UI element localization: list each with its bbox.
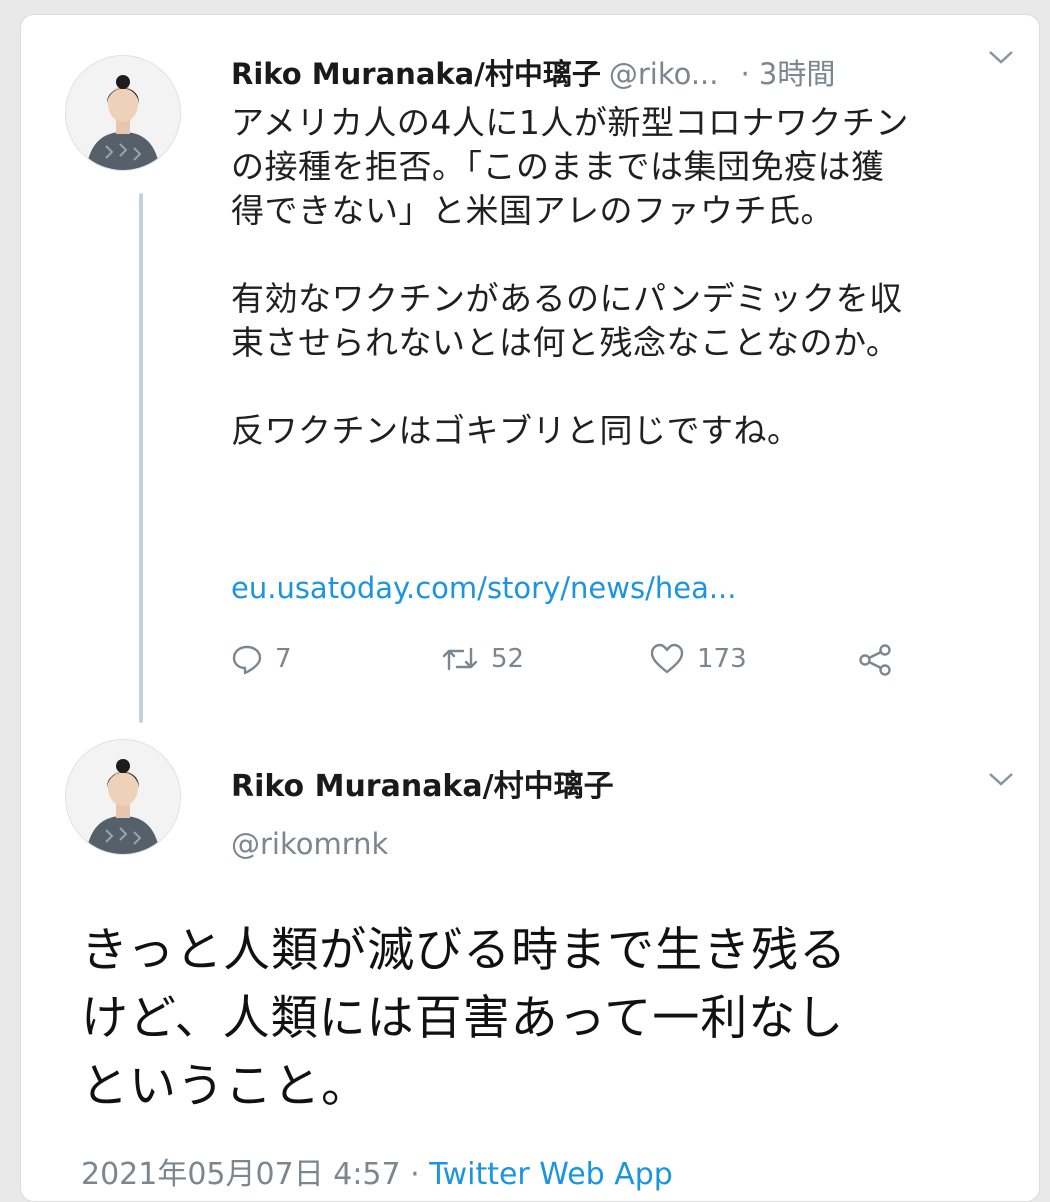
like-button[interactable]: 173 (649, 643, 747, 675)
retweet-icon (442, 647, 478, 671)
share-icon (859, 644, 891, 676)
tweet-timestamp[interactable]: 2021年05月07日 4:57 (81, 1157, 401, 1192)
heart-icon (650, 643, 684, 674)
user-handle[interactable]: @rikomrnk (231, 827, 388, 861)
tweet-meta: 2021年05月07日 4:57 · Twitter Web App (81, 1149, 673, 1193)
retweet-count: 52 (491, 644, 525, 674)
tweet-body: アメリカ人の4人に1人が新型コロナワクチン の接種を拒否。「このままでは集団免疫… (231, 101, 1031, 453)
display-name[interactable]: Riko Muranaka/村中璃子 (231, 57, 601, 91)
tweet-line: 束させられないとは何と残念なことなのか。 (231, 323, 900, 362)
tweet-line: きっと人類が滅びる時まで生き残る (81, 923, 848, 978)
tweet-body: きっと人類が滅びる時まで生き残る けど、人類には百害あって一利なし ということ。 (81, 917, 1011, 1121)
tweet-line: の接種を拒否。「このままでは集団免疫は獲 (231, 147, 885, 186)
reply-count: 7 (275, 644, 292, 674)
tweet-actions: 7 52 173 (231, 643, 951, 687)
meta-separator: · (400, 1157, 430, 1192)
profile-photo-icon (66, 56, 180, 170)
retweet-button[interactable]: 52 (441, 643, 524, 675)
profile-photo-icon (66, 740, 180, 854)
user-handle[interactable]: @riko... (609, 57, 719, 91)
tweet-header: Riko Muranaka/村中璃子 @riko... · 3時間 (231, 51, 835, 93)
avatar[interactable] (65, 739, 181, 855)
tweet-line: ということ。 (81, 1059, 369, 1114)
reply-button[interactable]: 7 (231, 643, 292, 675)
tweet-time[interactable]: · 3時間 (740, 57, 835, 91)
tweet-line: 反ワクチンはゴキブリと同じですね。 (231, 411, 801, 450)
tweet-source-link[interactable]: Twitter Web App (429, 1157, 673, 1192)
tweet-line: 有効なワクチンがあるのにパンデミックを収 (231, 279, 903, 318)
display-name[interactable]: Riko Muranaka/村中璃子 (231, 761, 614, 805)
chevron-down-icon[interactable] (987, 767, 1015, 793)
avatar[interactable] (65, 55, 181, 171)
tweet-line: アメリカ人の4人に1人が新型コロナワクチン (231, 103, 909, 142)
tweet-line: けど、人類には百害あって一利なし (81, 991, 845, 1046)
share-button[interactable] (857, 643, 893, 677)
like-count: 173 (697, 644, 747, 674)
tweet-line: 得できない」と米国アレのファウチ氏。 (231, 191, 834, 230)
thread-connector-line (139, 193, 143, 723)
tweet-thread-card: Riko Muranaka/村中璃子 @riko... · 3時間 アメリカ人の4人… (20, 14, 1040, 1202)
chevron-down-icon[interactable] (987, 45, 1015, 71)
article-link[interactable]: eu.usatoday.com/story/news/hea... (231, 571, 737, 605)
reply-icon (232, 645, 262, 675)
